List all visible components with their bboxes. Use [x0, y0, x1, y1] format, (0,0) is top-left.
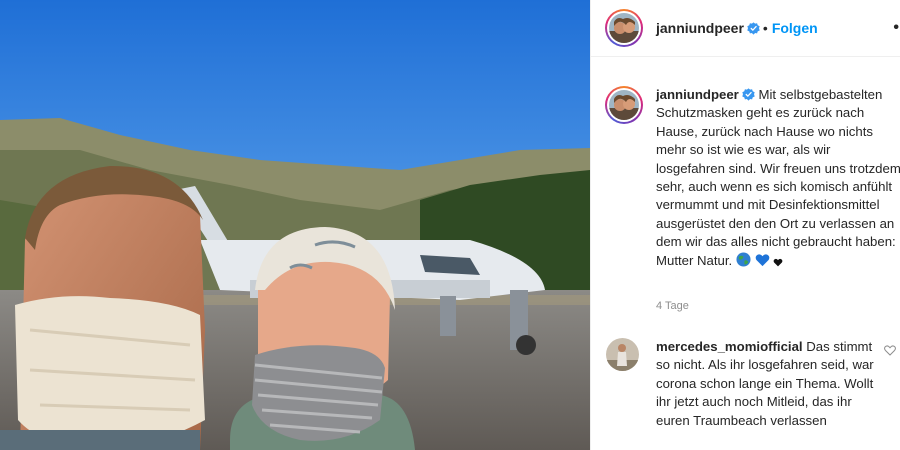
verified-badge-icon: [747, 21, 760, 35]
commenter-username-link[interactable]: mercedes_momiofficial: [656, 339, 803, 354]
caption-username-link[interactable]: janniundpeer: [656, 87, 739, 102]
separator-dot: •: [762, 20, 768, 36]
photo-image: [0, 0, 590, 450]
avatar-photo-icon: [609, 13, 639, 43]
avatar-photo-icon: [609, 90, 639, 120]
globe-emoji-icon: [736, 252, 751, 267]
commenter-photo-icon: [606, 338, 639, 371]
caption-text: janniundpeer Mit selbstgebastelten Schut…: [656, 86, 900, 270]
black-heart-emoji-icon: [773, 258, 783, 267]
comment-item: mercedes_momiofficial Das stimmt so nich…: [606, 338, 900, 430]
follow-button[interactable]: Folgen: [772, 20, 818, 36]
verified-badge-icon: [742, 88, 755, 101]
like-heart-icon[interactable]: [884, 345, 896, 356]
caption-body: Mit selbstgebastelten Schutzmasken geht …: [656, 87, 900, 268]
more-options-icon[interactable]: •: [893, 19, 900, 37]
post-caption: janniundpeer Mit selbstgebastelten Schut…: [605, 86, 900, 270]
caption-author-avatar[interactable]: [605, 86, 643, 124]
blue-heart-emoji-icon: [755, 254, 769, 266]
post-header: janniundpeer • Folgen •: [591, 0, 900, 57]
commenter-avatar[interactable]: [606, 338, 639, 371]
author-username-link[interactable]: janniundpeer: [656, 20, 744, 36]
comment-text: mercedes_momiofficial Das stimmt so nich…: [656, 338, 878, 430]
post-photo[interactable]: [0, 0, 590, 450]
author-avatar[interactable]: [605, 9, 643, 47]
post-timestamp[interactable]: 4 Tage: [656, 300, 689, 312]
